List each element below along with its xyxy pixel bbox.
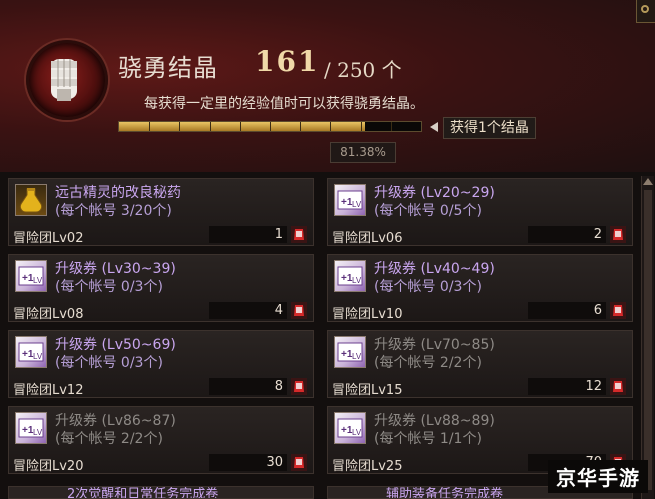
- reward-card[interactable]: +1 LV 升级券 (Lv30~39) (每个帐号 0/3个) 冒险团Lv08 4: [8, 254, 314, 322]
- crystal-header-panel: 骁勇结晶 161 / 250 个 每获得一定里的经验值时可以获得骁勇结晶。 获得…: [0, 0, 655, 173]
- reward-name: 升级券 (Lv30~39): [55, 261, 176, 277]
- crystal-cost-icon: [610, 378, 626, 395]
- reward-limit: (每个帐号 2/2个): [374, 355, 482, 371]
- level-ticket-icon: +1 LV: [15, 260, 47, 292]
- crystal-count: 161: [255, 45, 320, 78]
- reward-name: 2次觉醒和日常任务完成卷: [67, 487, 219, 499]
- crystal-total: / 250 个: [324, 58, 402, 82]
- svg-text:LV: LV: [352, 200, 362, 209]
- reward-limit: (每个帐号 2/2个): [55, 431, 163, 447]
- cost-box: 8: [209, 378, 287, 395]
- level-ticket-icon: +1 LV: [15, 336, 47, 368]
- experience-progress-fill: [119, 122, 365, 131]
- reward-card[interactable]: +1 LV 升级券 (Lv86~87) (每个帐号 2/2个) 冒险团Lv20 30: [8, 406, 314, 474]
- progress-segment-divider: [179, 122, 181, 131]
- progress-segment-divider: [300, 122, 302, 131]
- level-ticket-icon: +1 LV: [15, 412, 47, 444]
- watermark: 京华手游: [548, 460, 648, 493]
- progress-percent: 81.38%: [330, 142, 396, 163]
- svg-text:LV: LV: [33, 352, 43, 361]
- required-level: 冒险团Lv06: [332, 231, 403, 246]
- reward-grid: 远古精灵的改良秘药 (每个帐号 3/20个) 冒险团Lv02 1 +1 LV 升级券 (Lv…: [0, 172, 655, 499]
- crystal-cost-icon: [610, 226, 626, 243]
- reward-name: 升级券 (Lv40~49): [374, 261, 495, 277]
- reward-name: 升级券 (Lv20~29): [374, 185, 495, 201]
- reward-card[interactable]: +1 LV 升级券 (Lv50~69) (每个帐号 0/3个) 冒险团Lv12 8: [8, 330, 314, 398]
- cost-box: 30: [209, 454, 287, 471]
- cost-box: 4: [209, 302, 287, 319]
- reward-limit: (每个帐号 0/5个): [374, 203, 482, 219]
- cost-box: 12: [528, 378, 606, 395]
- experience-progress-bar: [118, 121, 422, 132]
- crystal-title: 骁勇结晶: [118, 54, 218, 82]
- crystal-cost-icon: [610, 302, 626, 319]
- fist-emblem-icon: [26, 40, 108, 120]
- required-level: 冒险团Lv12: [13, 383, 84, 398]
- reward-card[interactable]: +1 LV 升级券 (Lv40~49) (每个帐号 0/3个) 冒险团Lv10 6: [327, 254, 633, 322]
- crystal-cost: 4: [274, 303, 283, 318]
- reward-card-partial[interactable]: 2次觉醒和日常任务完成卷: [8, 486, 314, 499]
- required-level: 冒险团Lv25: [332, 459, 403, 474]
- svg-text:LV: LV: [33, 428, 43, 437]
- progress-segment-divider: [239, 122, 241, 131]
- required-level: 冒险团Lv02: [13, 231, 84, 246]
- crystal-cost: 8: [274, 379, 283, 394]
- reward-name: 升级券 (Lv50~69): [55, 337, 176, 353]
- scrollbar[interactable]: [641, 176, 654, 499]
- crystal-cost: 6: [593, 303, 602, 318]
- crystal-cost: 1: [274, 227, 283, 242]
- reward-card[interactable]: +1 LV 升级券 (Lv70~85) (每个帐号 2/2个) 冒险团Lv15 12: [327, 330, 633, 398]
- required-level: 冒险团Lv10: [332, 307, 403, 322]
- level-ticket-icon: +1 LV: [334, 412, 366, 444]
- reward-limit: (每个帐号 1/1个): [374, 431, 482, 447]
- reward-label: 获得1个结晶: [443, 117, 536, 139]
- crystal-cost-icon: [291, 378, 307, 395]
- crystal-cost: 12: [585, 379, 602, 394]
- svg-text:LV: LV: [352, 276, 362, 285]
- reward-card[interactable]: 远古精灵的改良秘药 (每个帐号 3/20个) 冒险团Lv02 1: [8, 178, 314, 246]
- crystal-cost-icon: [291, 302, 307, 319]
- reward-limit: (每个帐号 3/20个): [55, 203, 172, 219]
- crystal-cost-icon: [291, 226, 307, 243]
- crystal-cost: 2: [593, 227, 602, 242]
- reward-name: 升级券 (Lv88~89): [374, 413, 495, 429]
- required-level: 冒险团Lv08: [13, 307, 84, 322]
- reward-name: 升级券 (Lv70~85): [374, 337, 495, 353]
- crystal-cost-icon: [291, 454, 307, 471]
- pointer-arrow-icon: [430, 122, 438, 132]
- cost-box: 1: [209, 226, 287, 243]
- crystal-cost: 30: [266, 455, 283, 470]
- scrollbar-thumb[interactable]: [644, 190, 652, 490]
- level-ticket-icon: +1 LV: [334, 260, 366, 292]
- progress-segment-divider: [330, 122, 332, 131]
- potion-icon: [15, 184, 47, 216]
- progress-segment-divider: [209, 122, 211, 131]
- level-ticket-icon: +1 LV: [334, 184, 366, 216]
- scroll-up-icon[interactable]: [643, 178, 653, 185]
- close-icon[interactable]: [636, 0, 655, 23]
- svg-text:LV: LV: [352, 428, 362, 437]
- reward-limit: (每个帐号 0/3个): [55, 279, 163, 295]
- progress-segment-divider: [270, 122, 271, 131]
- level-ticket-icon: +1 LV: [334, 336, 366, 368]
- progress-segment-divider: [360, 122, 362, 131]
- progress-segment-divider: [390, 122, 392, 131]
- reward-name: 升级券 (Lv86~87): [55, 413, 176, 429]
- cost-box: 6: [528, 302, 606, 319]
- required-level: 冒险团Lv15: [332, 383, 403, 398]
- reward-card[interactable]: +1 LV 升级券 (Lv20~29) (每个帐号 0/5个) 冒险团Lv06 2: [327, 178, 633, 246]
- reward-limit: (每个帐号 0/3个): [374, 279, 482, 295]
- progress-segment-divider: [149, 122, 151, 131]
- crystal-description: 每获得一定里的经验值时可以获得骁勇结晶。: [144, 96, 424, 112]
- svg-text:LV: LV: [33, 276, 43, 285]
- cost-box: 2: [528, 226, 606, 243]
- reward-limit: (每个帐号 0/3个): [55, 355, 163, 371]
- reward-name: 远古精灵的改良秘药: [55, 185, 181, 201]
- reward-name: 辅助装备任务完成卷: [386, 487, 504, 499]
- svg-text:LV: LV: [352, 352, 362, 361]
- required-level: 冒险团Lv20: [13, 459, 84, 474]
